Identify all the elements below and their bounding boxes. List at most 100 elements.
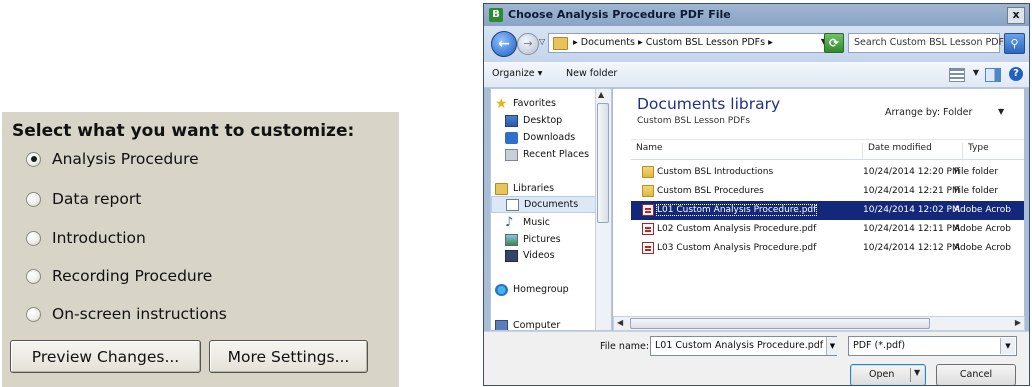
column-type[interactable]: Type <box>963 143 1024 159</box>
chevron-down-icon[interactable]: ▼ <box>1000 338 1015 354</box>
option-data-report[interactable]: Data report <box>26 187 141 211</box>
more-settings-button[interactable]: More Settings... <box>209 340 368 373</box>
nav-item-libraries[interactable]: Libraries <box>495 180 600 197</box>
nav-item-favorites[interactable]: ★ Favorites <box>495 95 600 112</box>
customize-panel: Select what you want to customize: Analy… <box>2 112 399 387</box>
option-analysis-procedure[interactable]: Analysis Procedure <box>26 147 199 171</box>
file-row[interactable]: Custom BSL Introductions 10/24/2014 12:2… <box>631 163 1024 182</box>
chevron-down-icon[interactable]: ▼ <box>998 107 1004 116</box>
option-on-screen-instructions[interactable]: On-screen instructions <box>26 302 227 326</box>
file-date: 10/24/2014 12:12 PM <box>863 243 960 253</box>
radio-button[interactable] <box>26 191 41 207</box>
chevron-down-icon[interactable]: ▼ <box>973 68 979 77</box>
file-name: L01 Custom Analysis Procedure.pdf <box>655 204 818 216</box>
title-bar[interactable]: B Choose Analysis Procedure PDF File x <box>484 4 1029 26</box>
nav-item-documents[interactable]: Documents <box>491 196 596 213</box>
libraries-icon <box>495 182 508 195</box>
chevron-down-icon[interactable]: ▼ <box>914 368 920 377</box>
radio-button[interactable] <box>26 230 41 246</box>
address-bar[interactable]: ▸ Documents ▸ Custom BSL Lesson PDFs ▸ ▼ <box>548 33 838 53</box>
documents-icon <box>506 198 519 211</box>
recent-pages-dropdown-icon[interactable]: ▽ <box>539 37 545 46</box>
folder-icon <box>642 185 654 197</box>
file-dialog: B Choose Analysis Procedure PDF File x ←… <box>483 3 1030 386</box>
preview-changes-button[interactable]: Preview Changes... <box>10 340 201 373</box>
nav-label: Libraries <box>513 183 555 194</box>
file-list-pane: Documents library Custom BSL Lesson PDFs… <box>613 88 1024 317</box>
radio-button[interactable] <box>26 306 41 322</box>
nav-item-computer[interactable]: Computer <box>495 317 600 330</box>
forward-arrow-icon[interactable]: → <box>517 33 539 55</box>
scroll-left-icon[interactable]: ◀ <box>617 318 623 327</box>
navigation-pane: ★ Favorites Desktop Downloads Recent Pla… <box>490 88 612 331</box>
star-icon: ★ <box>495 95 508 112</box>
new-folder-button[interactable]: New folder <box>566 68 617 79</box>
column-date-modified[interactable]: Date modified <box>863 143 963 159</box>
library-subtitle: Custom BSL Lesson PDFs <box>637 116 751 126</box>
horizontal-scrollbar[interactable]: ◀ ▶ <box>613 316 1025 331</box>
file-name-input[interactable]: L01 Custom Analysis Procedure.pdf <box>650 336 837 356</box>
file-type-value: PDF (*.pdf) <box>853 340 906 351</box>
nav-label: Pictures <box>523 234 561 245</box>
dialog-title: Choose Analysis Procedure PDF File <box>508 8 731 21</box>
arrange-by-dropdown[interactable]: Arrange by: Folder <box>885 107 972 118</box>
address-path: ▸ Documents ▸ Custom BSL Lesson PDFs ▸ <box>573 37 773 48</box>
views-icon[interactable] <box>949 68 965 82</box>
file-row-selected[interactable]: L01 Custom Analysis Procedure.pdf 10/24/… <box>631 201 1024 220</box>
nav-scrollbar[interactable]: ▲ <box>595 89 611 330</box>
column-header: Name Date modified Type <box>631 139 1024 160</box>
scroll-thumb[interactable] <box>597 103 609 223</box>
computer-icon <box>495 319 508 330</box>
scroll-thumb[interactable] <box>630 318 930 329</box>
option-label: Recording Procedure <box>52 267 213 285</box>
file-name: L02 Custom Analysis Procedure.pdf <box>657 224 817 234</box>
scroll-up-icon[interactable]: ▲ <box>598 90 604 99</box>
pictures-icon <box>505 233 518 246</box>
file-row[interactable]: L02 Custom Analysis Procedure.pdf 10/24/… <box>631 220 1024 239</box>
option-introduction[interactable]: Introduction <box>26 226 146 250</box>
nav-label: Homegroup <box>513 284 569 295</box>
close-button[interactable]: x <box>1007 7 1025 24</box>
scroll-right-icon[interactable]: ▶ <box>1015 318 1021 327</box>
file-date: 10/24/2014 12:11 PM <box>863 224 960 234</box>
pdf-icon <box>642 204 654 216</box>
split-divider <box>910 368 911 382</box>
library-title: Documents library <box>637 95 781 113</box>
file-name: Custom BSL Procedures <box>657 186 764 196</box>
search-input[interactable]: Search Custom BSL Lesson PDFs <box>848 33 1009 53</box>
refresh-icon[interactable]: ⟳ <box>824 33 844 53</box>
file-type-select[interactable]: PDF (*.pdf) ▼ <box>848 336 1017 356</box>
chevron-down-icon[interactable]: ▼ <box>826 337 838 355</box>
help-icon[interactable]: ? <box>1009 67 1023 81</box>
organize-menu[interactable]: Organize ▾ <box>492 68 542 79</box>
back-arrow-icon[interactable]: ← <box>491 31 517 57</box>
address-row: ← → ▽ ▸ Documents ▸ Custom BSL Lesson PD… <box>484 26 1029 62</box>
file-name-label: File name: <box>600 341 650 352</box>
cancel-button[interactable]: Cancel <box>936 364 1016 385</box>
option-label: Data report <box>52 190 142 208</box>
file-type: Adobe Acrob <box>954 224 1011 234</box>
search-placeholder: Search Custom BSL Lesson PDFs <box>854 37 1009 48</box>
nav-label: Videos <box>523 250 555 261</box>
homegroup-icon <box>495 283 508 296</box>
file-date: 10/24/2014 12:21 PM <box>863 186 960 196</box>
nav-item-homegroup[interactable]: Homegroup <box>495 281 600 298</box>
column-name[interactable]: Name <box>631 143 863 159</box>
radio-button[interactable] <box>26 268 41 284</box>
nav-label: Recent Places <box>523 149 590 160</box>
customize-heading: Select what you want to customize: <box>12 121 355 141</box>
recent-places-icon <box>505 148 518 161</box>
file-row[interactable]: Custom BSL Procedures 10/24/2014 12:21 P… <box>631 182 1024 201</box>
option-label: Introduction <box>52 229 146 247</box>
option-recording-procedure[interactable]: Recording Procedure <box>26 264 212 288</box>
file-row[interactable]: L03 Custom Analysis Procedure.pdf 10/24/… <box>631 239 1024 258</box>
file-date: 10/24/2014 12:20 PM <box>863 167 960 177</box>
radio-button[interactable] <box>26 151 41 167</box>
search-icon[interactable]: ⚲ <box>1004 33 1025 54</box>
nav-label: Downloads <box>523 132 576 143</box>
file-name: Custom BSL Introductions <box>657 167 774 177</box>
file-type: Adobe Acrob <box>954 243 1011 253</box>
nav-label: Favorites <box>513 98 556 109</box>
preview-pane-icon[interactable] <box>985 68 1001 82</box>
desktop-icon <box>505 114 518 127</box>
